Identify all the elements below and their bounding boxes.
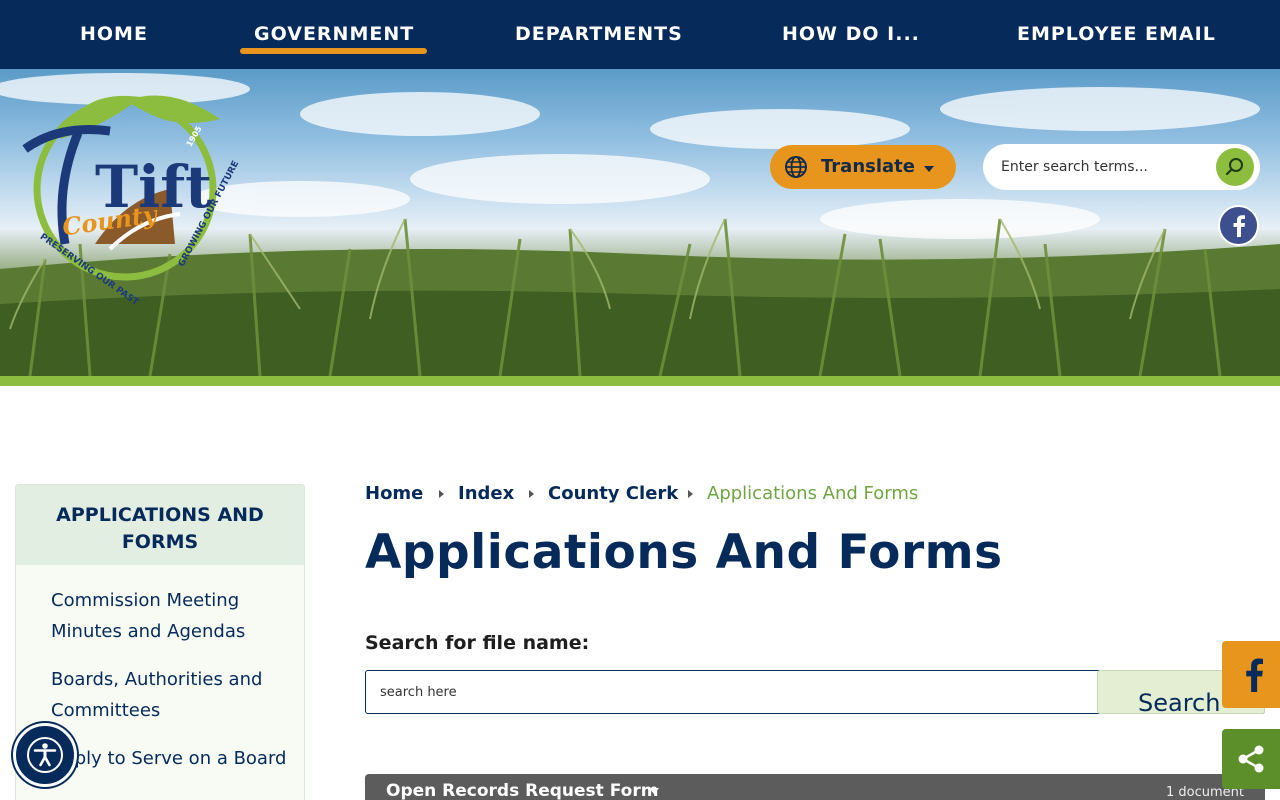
document-group-title: Open Records Request Form (386, 781, 659, 800)
site-search (983, 144, 1260, 190)
facebook-icon (1246, 658, 1263, 692)
nav-item-home[interactable]: HOME (80, 0, 148, 69)
floating-share-button[interactable] (1222, 729, 1280, 789)
breadcrumb-current: Applications And Forms (707, 483, 919, 504)
sidebar-item-commission-minutes[interactable]: Commission Meeting Minutes and Agendas (51, 585, 291, 647)
top-navigation: HOME GOVERNMENT DEPARTMENTS HOW DO I... … (0, 0, 1280, 69)
sidebar-item-apply-to-serve[interactable]: Apply to Serve on a Board (51, 743, 291, 774)
hero-banner: Tift County 1905 PRESERVING OUR PAST GRO… (0, 69, 1280, 376)
nav-item-employee-email[interactable]: EMPLOYEE EMAIL (1017, 0, 1216, 69)
share-icon (1238, 745, 1264, 773)
page-title: Applications And Forms (365, 525, 1003, 580)
sidebar-header: APPLICATIONS AND FORMS (16, 485, 304, 565)
nav-item-how-do-i[interactable]: HOW DO I... (782, 0, 920, 69)
nav-active-indicator (240, 48, 427, 54)
chevron-down-icon (924, 166, 934, 172)
document-group-open-records[interactable]: Open Records Request Form 1 document (365, 774, 1265, 800)
facebook-link[interactable] (1218, 205, 1259, 246)
breadcrumb-county-clerk[interactable]: County Clerk (548, 482, 678, 506)
translate-label: Translate (821, 156, 915, 177)
nav-item-government[interactable]: GOVERNMENT (254, 0, 414, 69)
site-search-button[interactable] (1216, 148, 1254, 186)
globe-icon (785, 156, 807, 178)
nav-item-departments[interactable]: DEPARTMENTS (515, 0, 683, 69)
translate-button[interactable]: Translate (770, 145, 956, 189)
breadcrumb-home[interactable]: Home (365, 482, 423, 506)
floating-facebook-button[interactable] (1222, 641, 1280, 708)
breadcrumb-separator-icon (439, 490, 444, 498)
cornfield-background (0, 73, 1280, 376)
file-search-button-label: Search (1138, 689, 1221, 717)
accessibility-icon (27, 737, 63, 773)
accessibility-button[interactable] (13, 723, 77, 787)
breadcrumb-separator-icon (688, 490, 693, 498)
search-icon (1225, 158, 1243, 176)
page: HOME GOVERNMENT DEPARTMENTS HOW DO I... … (0, 0, 1280, 800)
site-search-input[interactable] (1001, 154, 1211, 180)
caret-down-icon (649, 788, 659, 794)
file-search-input[interactable] (380, 680, 1080, 704)
sidebar-item-boards-authorities[interactable]: Boards, Authorities and Committees (51, 664, 291, 726)
green-divider (0, 376, 1280, 386)
breadcrumb-separator-icon (529, 490, 534, 498)
breadcrumb-index[interactable]: Index (458, 482, 514, 506)
file-search-label: Search for file name: (365, 632, 590, 654)
sidebar-title: APPLICATIONS AND FORMS (56, 504, 264, 553)
facebook-icon (1233, 215, 1245, 237)
